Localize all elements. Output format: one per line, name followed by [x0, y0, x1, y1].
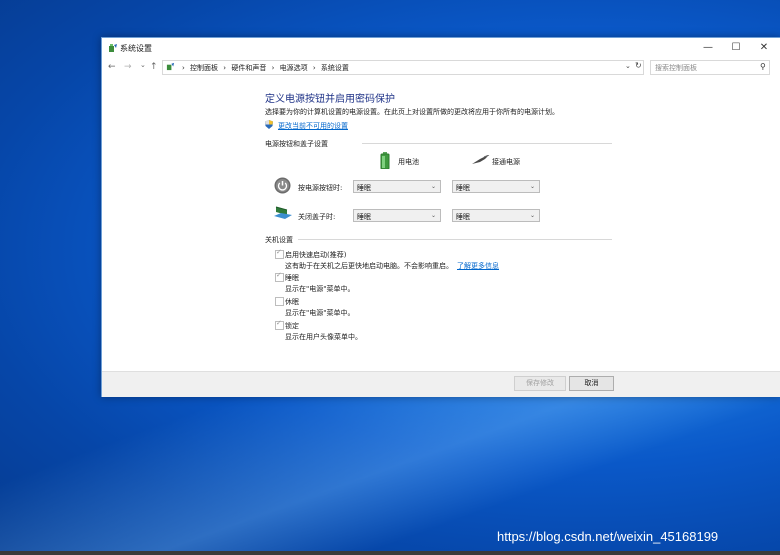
- select-value: 睡眠: [456, 184, 470, 192]
- control-panel-icon: [166, 62, 175, 71]
- title-bar[interactable]: 系统设置 — ☐ ✕: [102, 38, 780, 58]
- checkmark-icon: ✓: [276, 319, 282, 327]
- button-bar: 保存修改 取消: [102, 371, 780, 397]
- main-content: 定义电源按钮并启用密码保护 选择要为你的计算机设置的电源设置。在此页上对设置所做…: [102, 76, 780, 371]
- hibernate-desc: 显示在"电源"菜单中。: [285, 309, 355, 317]
- learn-more-link[interactable]: 了解更多信息: [457, 262, 499, 270]
- page-title: 定义电源按钮并启用密码保护: [265, 94, 395, 105]
- power-button-icon: [274, 177, 291, 194]
- close-lid-label: 关闭盖子时:: [298, 213, 336, 221]
- lock-checkbox[interactable]: ✓: [275, 319, 284, 330]
- battery-icon: [380, 152, 390, 169]
- select-value: 睡眠: [357, 213, 371, 221]
- address-dropdown-icon[interactable]: ⌄: [625, 62, 631, 70]
- breadcrumb-item[interactable]: 系统设置: [321, 64, 349, 72]
- breadcrumb-separator: ›: [223, 64, 227, 72]
- plugged-in-column-header: 接通电源: [492, 158, 520, 166]
- checkmark-icon: ✓: [276, 271, 282, 279]
- uac-shield-icon: [265, 120, 273, 129]
- address-bar-row: ← → ⌄ ↑ › 控制面板 › 硬件和声音 › 电源选项 › 系统设置 ⌄ ↻…: [102, 58, 780, 76]
- cancel-button[interactable]: 取消: [569, 376, 614, 391]
- search-icon[interactable]: ⚲: [760, 62, 766, 71]
- refresh-icon[interactable]: ↻: [635, 61, 642, 70]
- up-arrow-icon[interactable]: ↑: [150, 62, 158, 72]
- plug-icon: [472, 155, 490, 164]
- chevron-down-icon: ⌄: [430, 183, 436, 190]
- fast-startup-checkbox[interactable]: ✓: [275, 248, 284, 259]
- maximize-button[interactable]: ☐: [723, 41, 749, 55]
- back-arrow-icon[interactable]: ←: [108, 62, 116, 72]
- close-lid-plugged-select[interactable]: 睡眠 ⌄: [452, 209, 540, 222]
- taskbar: [0, 551, 780, 555]
- page-description: 选择要为你的计算机设置的电源设置。在此页上对设置所做的更改将应用于你所有的电源计…: [265, 108, 559, 116]
- power-button-battery-select[interactable]: 睡眠 ⌄: [353, 180, 441, 193]
- breadcrumb-separator: ›: [271, 64, 275, 72]
- window-title: 系统设置: [120, 44, 152, 53]
- search-placeholder: 搜索控制面板: [655, 64, 697, 72]
- breadcrumb-item[interactable]: 控制面板: [190, 64, 218, 72]
- recent-locations-icon[interactable]: ⌄: [140, 61, 146, 69]
- section-divider: [362, 143, 612, 144]
- power-options-icon: [109, 44, 117, 52]
- option-description: 这有助于在关机之后更快地启动电脑。不会影响重启。: [285, 262, 453, 270]
- breadcrumb: › 控制面板 › 硬件和声音 › 电源选项 › 系统设置: [182, 63, 352, 73]
- battery-column-header: 用电池: [398, 158, 419, 166]
- section-divider: [298, 239, 612, 240]
- select-value: 睡眠: [357, 184, 371, 192]
- laptop-lid-icon: [274, 206, 292, 219]
- breadcrumb-separator: ›: [182, 64, 185, 72]
- save-changes-button[interactable]: 保存修改: [514, 376, 566, 391]
- control-panel-window: 系统设置 — ☐ ✕ ← → ⌄ ↑ › 控制面板 › 硬件和声音 › 电源选项…: [101, 37, 780, 397]
- forward-arrow-icon[interactable]: →: [124, 62, 132, 72]
- change-unavailable-settings-link[interactable]: 更改当前不可用的设置: [278, 121, 348, 131]
- breadcrumb-item[interactable]: 电源选项: [280, 64, 308, 72]
- sleep-checkbox[interactable]: ✓: [275, 271, 284, 282]
- select-value: 睡眠: [456, 213, 470, 221]
- power-button-plugged-select[interactable]: 睡眠 ⌄: [452, 180, 540, 193]
- shutdown-section-heading: 关机设置: [265, 236, 293, 244]
- hibernate-checkbox[interactable]: [275, 297, 284, 306]
- close-button[interactable]: ✕: [751, 41, 777, 55]
- fast-startup-label: 启用快速启动(推荐): [285, 251, 347, 259]
- minimize-button[interactable]: —: [695, 41, 721, 55]
- breadcrumb-separator: ›: [312, 64, 316, 72]
- power-button-label: 按电源按钮时:: [298, 184, 343, 192]
- chevron-down-icon: ⌄: [529, 183, 535, 190]
- chevron-down-icon: ⌄: [430, 212, 436, 219]
- sleep-label: 睡眠: [285, 274, 299, 282]
- hibernate-label: 休眠: [285, 298, 299, 306]
- chevron-down-icon: ⌄: [529, 212, 535, 219]
- breadcrumb-item[interactable]: 硬件和声音: [231, 64, 266, 72]
- fast-startup-desc: 这有助于在关机之后更快地启动电脑。不会影响重启。 了解更多信息: [285, 261, 499, 271]
- sleep-desc: 显示在"电源"菜单中。: [285, 285, 355, 293]
- close-lid-battery-select[interactable]: 睡眠 ⌄: [353, 209, 441, 222]
- checkmark-icon: ✓: [276, 248, 282, 256]
- lock-desc: 显示在用户头像菜单中。: [285, 333, 362, 341]
- lock-label: 锁定: [285, 322, 299, 330]
- watermark: https://blog.csdn.net/weixin_45168199: [497, 529, 719, 544]
- power-section-heading: 电源按钮和盖子设置: [265, 140, 328, 148]
